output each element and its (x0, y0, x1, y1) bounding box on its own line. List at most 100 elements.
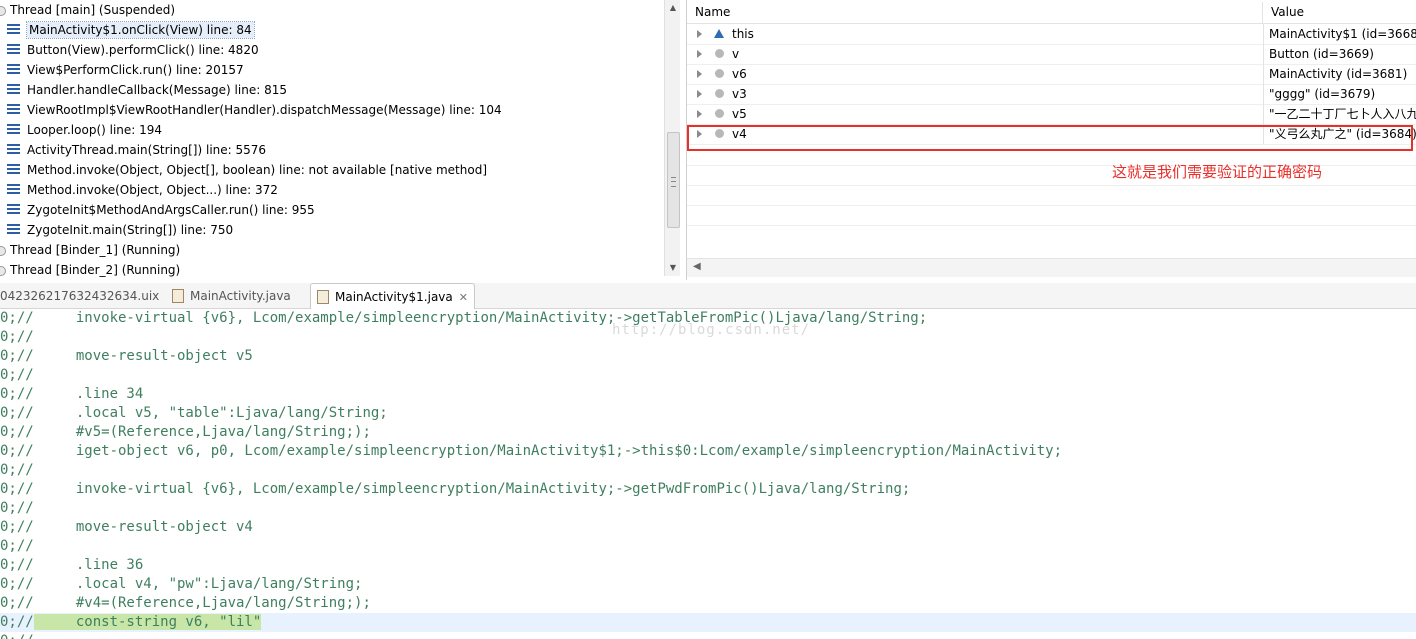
expand-arrow-icon[interactable] (697, 90, 702, 98)
variables-table-header: Name Value (687, 2, 1416, 24)
variable-row[interactable]: v3 "gggg" (id=3679) (687, 84, 1416, 105)
stack-frame-row[interactable]: Handler.handleCallback(Message) line: 81… (0, 80, 287, 100)
thread-row[interactable]: Thread [Binder_1] (Running) (0, 240, 180, 260)
stack-frame-icon (7, 44, 20, 55)
code-line[interactable]: 0;// .local v5, "table":Ljava/lang/Strin… (0, 404, 1416, 423)
expand-arrow-icon[interactable] (697, 50, 702, 58)
line-prefix: 0;// (0, 405, 34, 421)
code-line[interactable]: 0;// (0, 499, 1416, 518)
thread-label: Thread [Binder_1] (Running) (10, 243, 181, 257)
stack-frame-label: MainActivity$1.onClick(View) line: 84 (26, 21, 255, 39)
editor-tab-bar: 042326217632432634.uix MainActivity.java… (0, 283, 1416, 310)
scroll-up-arrow-icon[interactable]: ▲ (665, 0, 680, 16)
variable-row[interactable]: v6 MainActivity (id=3681) (687, 64, 1416, 85)
stack-frame-icon (7, 164, 20, 175)
stack-frame-icon (7, 184, 20, 195)
java-file-icon (172, 288, 184, 303)
code-line[interactable]: 0;// .line 34 (0, 385, 1416, 404)
scroll-thumb[interactable] (667, 132, 680, 228)
line-code: #v5=(Reference,Ljava/lang/String;); (33, 424, 371, 440)
line-prefix: 0;// (0, 633, 34, 639)
variable-row[interactable]: v Button (id=3669) (687, 44, 1416, 65)
line-prefix: 0;// (0, 500, 34, 516)
code-line[interactable]: 0;// (0, 328, 1416, 347)
line-prefix: 0;// (0, 462, 34, 478)
debug-vertical-scrollbar[interactable]: ▲ ▼ (664, 0, 680, 276)
line-prefix: 0;// (0, 557, 34, 573)
expand-arrow-icon[interactable] (697, 110, 702, 118)
code-line[interactable]: 0;// #v4=(Reference,Ljava/lang/String;); (0, 594, 1416, 613)
tab-mainactivity-java[interactable]: MainActivity.java (172, 283, 291, 308)
stack-frame-row[interactable]: Method.invoke(Object, Object...) line: 3… (0, 180, 278, 200)
variables-horizontal-scrollbar[interactable]: ◀ (687, 258, 1416, 277)
scroll-down-arrow-icon[interactable]: ▼ (665, 260, 680, 276)
code-line[interactable]: 0;// invoke-virtual {v6}, Lcom/example/s… (0, 480, 1416, 499)
stack-frame-row[interactable]: Looper.loop() line: 194 (0, 120, 162, 140)
code-line[interactable]: 0;// move-result-object v4 (0, 518, 1416, 537)
local-variable-icon (715, 109, 724, 118)
thread-row[interactable]: Thread [main] (Suspended) (0, 0, 175, 20)
stack-frame-row[interactable]: ViewRootImpl$ViewRootHandler(Handler).di… (0, 100, 502, 120)
code-line[interactable]: 0;// #v5=(Reference,Ljava/lang/String;); (0, 423, 1416, 442)
variable-row[interactable]: this MainActivity$1 (id=3668) (687, 24, 1416, 45)
stack-frame-row[interactable]: View$PerformClick.run() line: 20157 (0, 60, 244, 80)
code-line[interactable]: 0;// .local v4, "pw":Ljava/lang/String; (0, 575, 1416, 594)
line-prefix: 0;// (0, 386, 34, 402)
code-line[interactable]: 0;// (0, 537, 1416, 556)
line-code: invoke-virtual {v6}, Lcom/example/simple… (33, 481, 911, 497)
line-code: iget-object v6, p0, Lcom/example/simplee… (33, 443, 1063, 459)
empty-row-line (687, 205, 1416, 206)
expand-arrow-icon[interactable] (697, 30, 702, 38)
tab-uix-file[interactable]: 042326217632432634.uix (0, 283, 159, 308)
stack-frame-icon (7, 124, 20, 135)
stack-frame-row[interactable]: ZygoteInit.main(String[]) line: 750 (0, 220, 233, 240)
stack-frame-label: Button(View).performClick() line: 4820 (27, 43, 259, 57)
variable-row[interactable]: v5 "一乙二十丁厂七卜人入八九几儿 (687, 104, 1416, 125)
code-line[interactable]: 0;// const-string v6, "lil" (0, 613, 1416, 632)
code-line[interactable]: 0;// move-result-object v5 (0, 347, 1416, 366)
stack-frame-label: Handler.handleCallback(Message) line: 81… (27, 83, 287, 97)
line-prefix: 0;// (0, 424, 34, 440)
value-column-header[interactable]: Value (1262, 2, 1416, 23)
stack-frame-row[interactable]: ZygoteInit$MethodAndArgsCaller.run() lin… (0, 200, 315, 220)
variable-value: Button (id=3669) (1263, 44, 1374, 64)
variable-name: v4 (732, 127, 747, 141)
debug-stack-pane: Thread [main] (Suspended) MainActivity$1.… (0, 0, 680, 280)
stack-frame-row[interactable]: Method.invoke(Object, Object[], boolean)… (0, 160, 487, 180)
stack-frame-row[interactable]: ActivityThread.main(String[]) line: 5576 (0, 140, 266, 160)
variable-name: v5 (732, 107, 747, 121)
stack-frame-label: View$PerformClick.run() line: 20157 (27, 63, 244, 77)
java-file-icon (317, 289, 329, 304)
empty-row-line (687, 225, 1416, 226)
thread-label: Thread [Binder_2] (Running) (10, 263, 181, 277)
stack-frame-row[interactable]: MainActivity$1.onClick(View) line: 84 (0, 20, 255, 40)
variable-value: MainActivity$1 (id=3668) (1263, 24, 1416, 44)
thread-row[interactable]: Thread [Binder_2] (Running) (0, 260, 180, 280)
expand-arrow-icon[interactable] (697, 70, 702, 78)
tab-mainactivity1-java[interactable]: MainActivity$1.java ✕ (310, 283, 475, 310)
line-code: const-string v6, "lil" (33, 614, 262, 630)
code-line[interactable]: 0;// .line 36 (0, 556, 1416, 575)
line-prefix: 0;// (0, 595, 34, 611)
code-line[interactable]: 0;// (0, 632, 1416, 639)
line-prefix: 0;// (0, 481, 34, 497)
variable-row[interactable]: v4 "义弓么丸广之" (id=3684) (687, 124, 1416, 145)
stack-frame-icon (7, 24, 20, 35)
code-line[interactable]: 0;// invoke-virtual {v6}, Lcom/example/s… (0, 309, 1416, 328)
local-variable-icon (715, 89, 724, 98)
line-code: move-result-object v4 (33, 519, 253, 535)
name-column-header[interactable]: Name (687, 2, 1262, 23)
scroll-left-arrow-icon[interactable]: ◀ (693, 261, 701, 272)
code-line[interactable]: 0;// (0, 366, 1416, 385)
line-prefix: 0;// (0, 310, 34, 326)
stack-frame-label: ZygoteInit.main(String[]) line: 750 (27, 223, 234, 237)
stack-frame-row[interactable]: Button(View).performClick() line: 4820 (0, 40, 259, 60)
code-line[interactable]: 0;// (0, 461, 1416, 480)
line-prefix: 0;// (0, 614, 34, 630)
code-line[interactable]: 0;// iget-object v6, p0, Lcom/example/si… (0, 442, 1416, 461)
code-editor[interactable]: http://blog.csdn.net/ 0;// invoke-virtua… (0, 309, 1416, 639)
line-code: .local v4, "pw":Ljava/lang/String; (33, 576, 363, 592)
line-prefix: 0;// (0, 367, 34, 383)
close-icon[interactable]: ✕ (459, 291, 468, 304)
expand-arrow-icon[interactable] (697, 130, 702, 138)
